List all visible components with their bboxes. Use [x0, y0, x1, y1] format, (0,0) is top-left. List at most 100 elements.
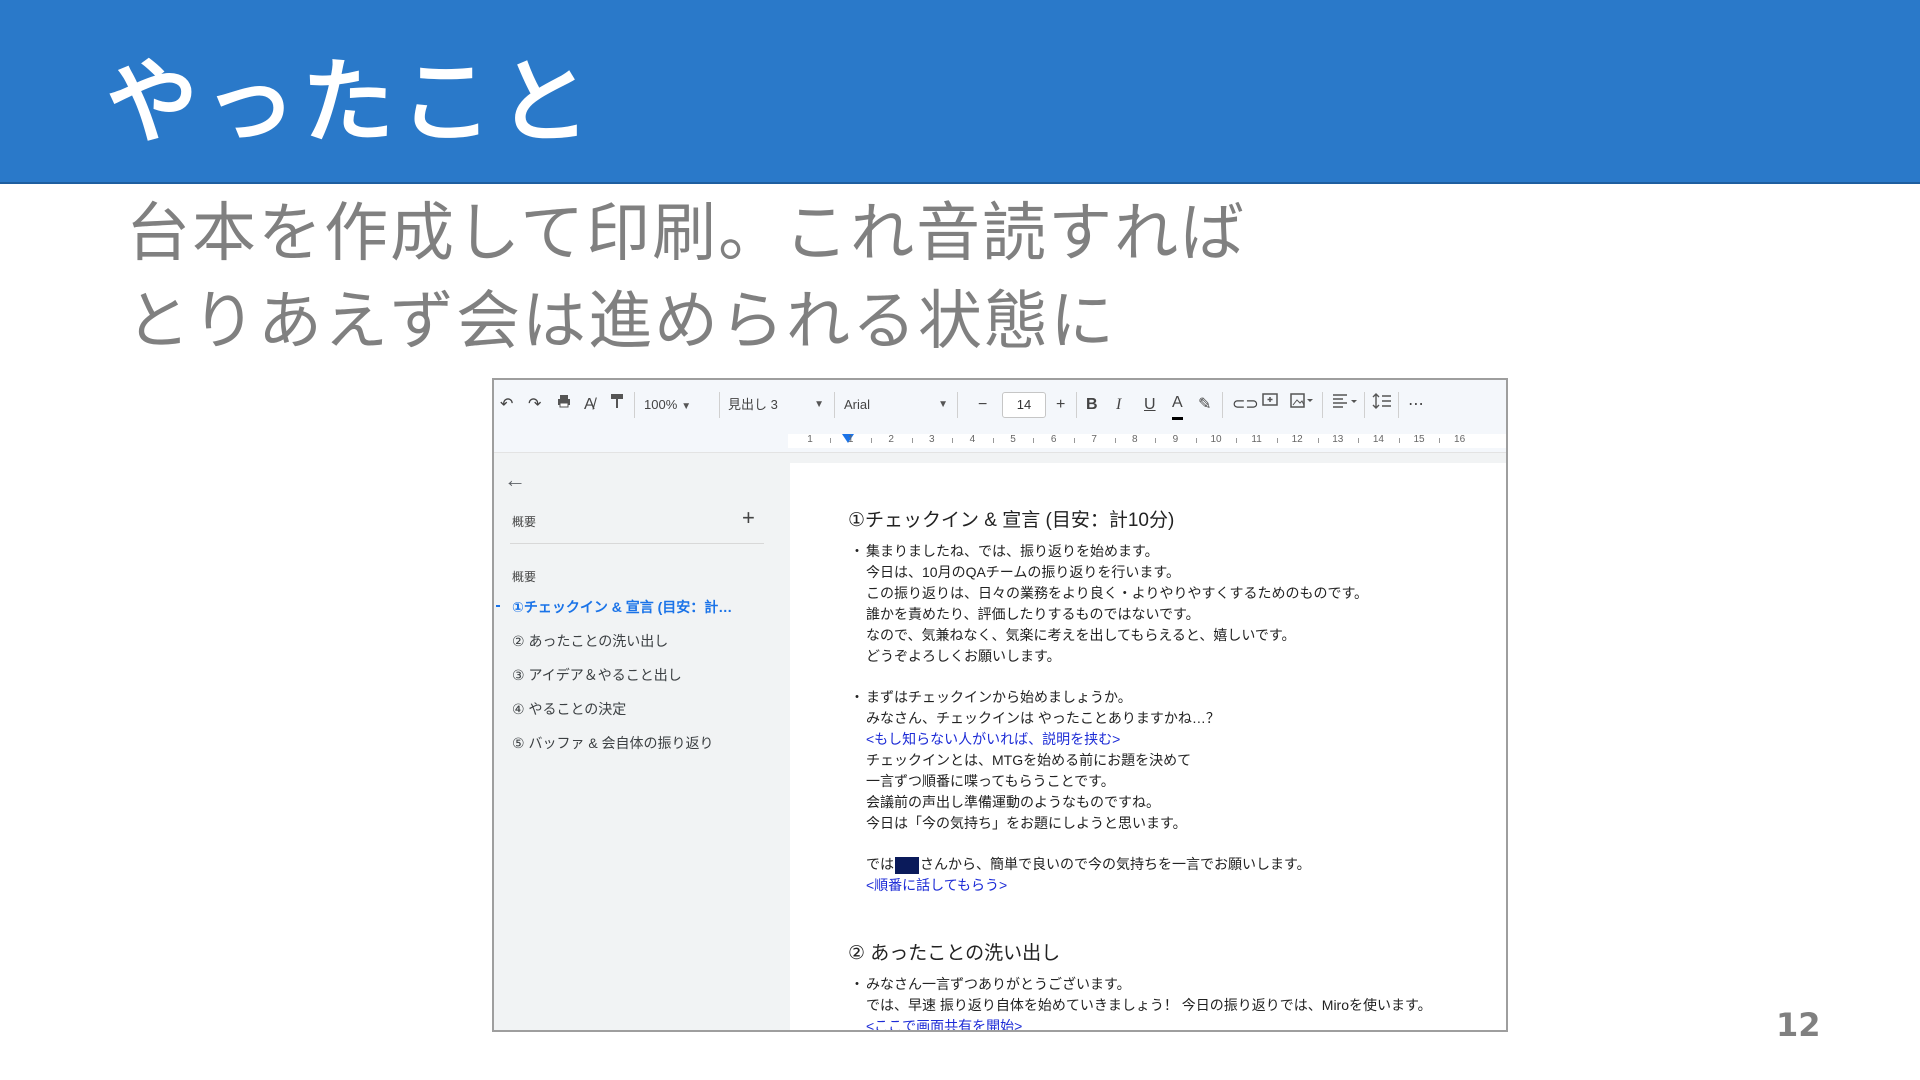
slide-title: やったこと	[106, 49, 597, 156]
ruler-tick	[1439, 438, 1441, 443]
slide-subtitle-line-1: 台本を作成して印刷。これ音読すれば	[126, 197, 1247, 271]
toolbar-divider	[1322, 392, 1323, 418]
undo-icon[interactable]: ↶	[500, 393, 513, 417]
more-options-icon[interactable]: ⋯	[1408, 393, 1424, 417]
document-page[interactable]: ①チェックイン & 宣言 (目安：計10分) 集まりましたね、では、振り返りを始…	[790, 463, 1506, 1030]
bold-button[interactable]: B	[1086, 393, 1098, 417]
ruler-number: 13	[1332, 434, 1344, 445]
ruler-number: 15	[1413, 434, 1425, 445]
ruler-tick	[870, 438, 872, 443]
toolbar-divider	[634, 392, 635, 418]
chevron-down-icon: ▼	[814, 399, 824, 410]
ruler-number: 2	[888, 434, 894, 445]
ruler-tick	[1114, 438, 1116, 443]
align-left-icon[interactable]	[1332, 393, 1358, 417]
ruler-tick	[1155, 438, 1157, 443]
outline-item-decide[interactable]: ④ やることの決定	[512, 699, 782, 719]
ruler-number: 8	[1132, 434, 1138, 445]
script-line: 誰かを責めたり、評価したりするものではないです。	[866, 606, 1200, 622]
outline-item-buffer[interactable]: ⑤ バッファ & 会自体の振り返り	[512, 733, 782, 753]
line-spacing-icon[interactable]	[1372, 393, 1392, 417]
script-line: 今日は、10月のQAチームの振り返りを行います。	[866, 564, 1180, 580]
active-indicator	[496, 605, 500, 607]
script-line: まずはチェックインから始めましょうか。	[850, 687, 1500, 708]
outline-divider	[510, 543, 764, 544]
ruler-tick	[1317, 438, 1319, 443]
stage-direction: <ここで画面共有を開始>	[866, 1018, 1023, 1030]
docs-screenshot: ↶ ↷ A̸ 100% ▼ 見出し 3 ▼ Arial ▼ − 14 + B I U …	[492, 378, 1508, 1032]
document-outline-panel: ← 概要 + 概要 ①チェックイン & 宣言 (目安：計… ② あったことの洗い…	[494, 453, 790, 1030]
toolbar-divider	[1364, 392, 1365, 418]
stage-direction: <もし知らない人がいれば、説明を挟む>	[866, 731, 1121, 747]
stage-direction: <順番に話してもらう>	[866, 877, 1008, 893]
comment-icon[interactable]	[1262, 393, 1278, 417]
outline-item-checkin[interactable]: ①チェックイン & 宣言 (目安：計…	[512, 597, 782, 617]
outline-subheader: 概要	[512, 570, 537, 584]
ruler-tick	[830, 438, 832, 443]
ruler-number: 9	[1172, 434, 1179, 445]
underline-button[interactable]: U	[1144, 393, 1156, 417]
insert-image-icon[interactable]	[1290, 393, 1314, 417]
ruler-tick	[952, 438, 954, 443]
docs-toolbar: ↶ ↷ A̸ 100% ▼ 見出し 3 ▼ Arial ▼ − 14 + B I U …	[494, 380, 1506, 431]
slide-title-band: やったこと	[0, 0, 1920, 184]
redacted-name	[895, 856, 919, 874]
redo-icon[interactable]: ↷	[528, 393, 541, 417]
toolbar-divider	[719, 392, 720, 418]
italic-button[interactable]: I	[1116, 393, 1121, 417]
font-select[interactable]: Arial ▼	[844, 393, 948, 417]
text-color-button[interactable]: A	[1172, 393, 1183, 420]
section-heading-what-happened: ② あったことの洗い出し	[848, 943, 1061, 964]
ruler-number: 4	[969, 434, 976, 445]
ruler-tick	[1195, 438, 1197, 443]
script-line: 一言ずつ順番に喋ってもらうことです。	[866, 773, 1115, 789]
chevron-down-icon: ▼	[938, 399, 948, 410]
ruler-number: 11	[1251, 434, 1262, 445]
ruler-tick	[1276, 438, 1278, 443]
script-line: 会議前の声出し準備運動のようなものですね。	[866, 794, 1160, 810]
script-line: この振り返りは、日々の業務をより良く・よりやりやすくするためのものです。	[866, 585, 1369, 601]
increase-font-size-button[interactable]: +	[1056, 393, 1065, 417]
toolbar-divider	[957, 392, 958, 418]
ruler-tick	[1398, 438, 1400, 443]
link-icon[interactable]: ⊂⊃	[1232, 393, 1259, 417]
outline-header: 概要	[512, 515, 537, 529]
paragraph-style-select[interactable]: 見出し 3 ▼	[728, 393, 824, 417]
ruler-number: 1	[807, 434, 813, 445]
paint-format-icon[interactable]	[610, 393, 624, 417]
page-number: 12	[1776, 1006, 1821, 1044]
ruler-tick	[1033, 438, 1035, 443]
ruler-tick	[1236, 438, 1238, 443]
docs-body: ← 概要 + 概要 ①チェックイン & 宣言 (目安：計… ② あったことの洗い…	[494, 453, 1506, 1030]
highlight-pen-icon[interactable]: ✎	[1198, 393, 1211, 417]
ruler-number: 16	[1454, 434, 1466, 445]
spellcheck-icon[interactable]: A̸	[584, 393, 595, 417]
decrease-font-size-button[interactable]: −	[978, 393, 987, 417]
horizontal-ruler[interactable]: 1 1 2 3 4 5 6 7 8 9 10 11 12 13 14 15 16	[494, 430, 1506, 453]
zoom-select[interactable]: 100% ▼	[644, 393, 691, 417]
toolbar-divider	[1222, 392, 1223, 418]
ruler-number: 7	[1091, 434, 1097, 445]
ruler-number: 6	[1050, 434, 1057, 445]
script-line: では、早速 振り返り自体を始めていきましょう！ 今日の振り返りでは、Miroを使…	[866, 997, 1432, 1013]
outline-item-what-happened[interactable]: ② あったことの洗い出し	[512, 631, 782, 651]
toolbar-divider	[834, 392, 835, 418]
script-line: みなさん一言ずつありがとうございます。	[850, 974, 1500, 995]
back-arrow-icon[interactable]: ←	[504, 467, 526, 493]
toolbar-divider	[1076, 392, 1077, 418]
ruler-tick	[1358, 438, 1360, 443]
font-size-input[interactable]: 14	[1002, 392, 1046, 418]
script-line: どうぞよろしくお願いします。	[866, 648, 1061, 664]
ruler-number: 12	[1291, 434, 1303, 445]
ruler-tick	[992, 438, 994, 443]
document-content: ①チェックイン & 宣言 (目安：計10分) 集まりましたね、では、振り返りを始…	[848, 507, 1500, 1030]
print-icon[interactable]	[556, 393, 572, 417]
outline-item-ideas[interactable]: ③ アイデア＆やること出し	[512, 665, 782, 685]
ruler-number: 10	[1210, 434, 1222, 445]
ruler-number: 1	[847, 434, 854, 445]
add-summary-button[interactable]: +	[742, 505, 755, 531]
ruler-number: 3	[929, 434, 935, 445]
